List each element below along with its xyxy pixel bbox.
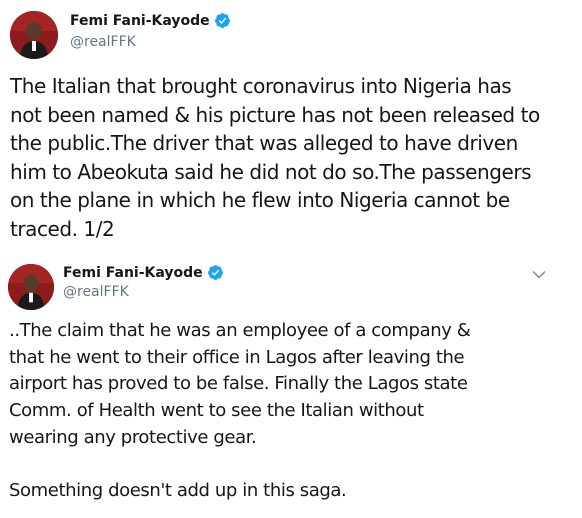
tweet-text-line: Comm. of Health went to see the Italian …	[9, 400, 424, 422]
tweet-text-line: airport has proved to be false. Finally …	[9, 373, 468, 395]
verified-badge-icon	[207, 265, 223, 280]
tweet-text-line: Something doesn't add up in this saga.	[9, 480, 347, 502]
tweet-text-line: The Italian that brought coronavirus int…	[10, 74, 512, 98]
tweet-text-line: on the plane in which he flew into Niger…	[10, 188, 510, 213]
tweet-text-line: not been named & his picture has not bee…	[10, 102, 540, 127]
tweet-text-line: wearing any protective gear.	[9, 426, 257, 448]
tweet: Femi Fani-Kayode @realFFK ..The claim th…	[0, 256, 582, 518]
avatar[interactable]	[8, 264, 54, 310]
tweet-text-line: the public.The driver that was alleged t…	[10, 131, 518, 156]
avatar-image	[8, 264, 54, 310]
author-display-name[interactable]: Femi Fani-Kayode	[63, 265, 203, 281]
author-handle[interactable]: @realFFK	[70, 34, 136, 50]
author-display-name[interactable]: Femi Fani-Kayode	[70, 13, 210, 29]
tweet: Femi Fani-Kayode @realFFK The Italian th…	[0, 0, 582, 256]
tweet-text: The Italian that brought coronavirus int…	[10, 72, 578, 244]
tweet-text-line: ..The claim that he was an employee of a…	[9, 320, 471, 341]
avatar-image	[10, 11, 58, 59]
tweet-text-line: him to Abeokuta said he did not do so.Th…	[10, 159, 532, 184]
verified-badge-icon	[214, 13, 230, 28]
tweet-text-line: traced. 1/2	[10, 216, 115, 241]
author-name-row[interactable]: Femi Fani-Kayode	[70, 12, 231, 29]
tweet-text-line: that he went to their office in Lagos af…	[9, 346, 465, 368]
author-handle[interactable]: @realFFK	[63, 284, 129, 300]
tweet-text: ..The claim that he was an employee of a…	[9, 318, 577, 505]
avatar[interactable]	[10, 11, 58, 59]
chevron-down-icon[interactable]	[532, 270, 546, 280]
author-name-row[interactable]: Femi Fani-Kayode	[63, 264, 224, 281]
